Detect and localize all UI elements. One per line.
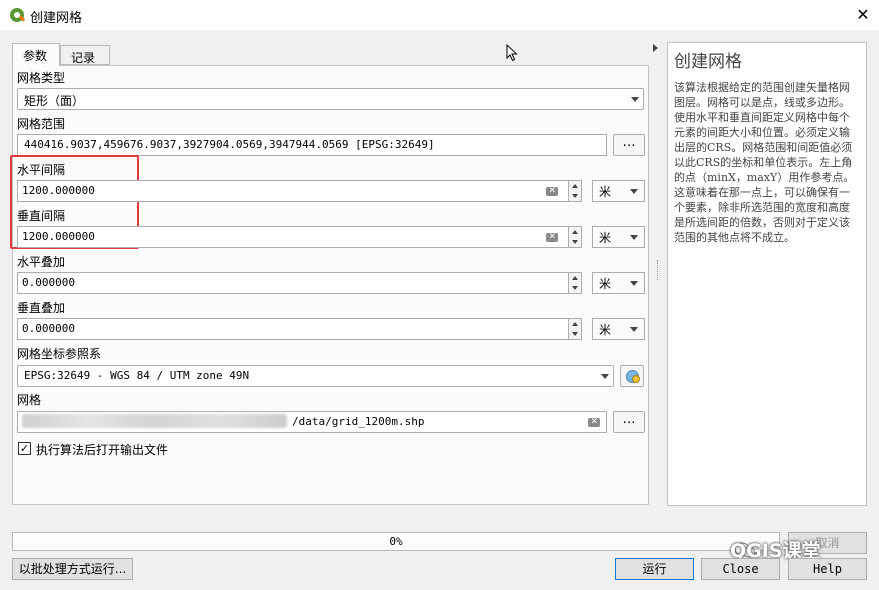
v-overlay-input[interactable]: 0.000000: [17, 318, 569, 340]
spin-up-icon[interactable]: [572, 184, 578, 188]
mouse-cursor-icon: [506, 44, 518, 62]
crs-value: EPSG:32649 - WGS 84 / UTM zone 49N: [24, 369, 250, 382]
spin-down-icon[interactable]: [572, 240, 578, 244]
run-button[interactable]: 运行: [615, 558, 694, 580]
spin-down-icon[interactable]: [572, 332, 578, 336]
output-label: 网格: [17, 393, 42, 407]
h-overlay-label: 水平叠加: [17, 255, 66, 269]
clear-icon[interactable]: [546, 183, 558, 196]
spin-up-icon[interactable]: [572, 322, 578, 326]
chevron-down-icon: [630, 281, 638, 286]
clear-icon[interactable]: [546, 229, 558, 242]
v-overlay-unit-select[interactable]: 米: [592, 318, 645, 340]
v-overlay-stepper[interactable]: [569, 318, 582, 340]
spin-down-icon[interactable]: [572, 194, 578, 198]
output-browse-button[interactable]: …: [613, 411, 645, 433]
progress-bar: 0%: [12, 532, 780, 551]
open-output-checkbox[interactable]: ✓: [18, 442, 31, 455]
close-window-icon[interactable]: ✕: [852, 4, 874, 26]
v-overlay-unit: 米: [599, 323, 612, 337]
h-overlay-value: 0.000000: [22, 276, 75, 289]
h-spacing-unit: 米: [599, 185, 612, 199]
chevron-down-icon: [601, 374, 609, 379]
spin-down-icon[interactable]: [572, 286, 578, 290]
h-spacing-value: 1200.000000: [22, 184, 95, 197]
crs-label: 网格坐标参照系: [17, 347, 102, 361]
chevron-down-icon: [630, 327, 638, 332]
collapse-arrow-icon[interactable]: [653, 44, 658, 52]
v-spacing-input[interactable]: 1200.000000: [17, 226, 569, 248]
redacted-path: [22, 414, 287, 428]
chevron-down-icon: [630, 189, 638, 194]
splitter-handle[interactable]: [657, 260, 659, 280]
clear-icon[interactable]: [588, 414, 600, 427]
close-button[interactable]: Close: [701, 558, 780, 580]
grid-extent-browse-button[interactable]: …: [613, 134, 645, 156]
h-overlay-input[interactable]: 0.000000: [17, 272, 569, 294]
v-overlay-value: 0.000000: [22, 322, 75, 335]
help-panel: 创建网格 该算法根据给定的范围创建矢量格网图层。网格可以是点，线或多边形。使用水…: [667, 42, 867, 506]
v-spacing-stepper[interactable]: [569, 226, 582, 248]
grid-type-value: 矩形（面）: [24, 94, 85, 108]
h-spacing-input[interactable]: 1200.000000: [17, 180, 569, 202]
help-text: 该算法根据给定的范围创建矢量格网图层。网格可以是点，线或多边形。使用水平和垂直间…: [674, 81, 855, 244]
h-overlay-stepper[interactable]: [569, 272, 582, 294]
crs-select[interactable]: EPSG:32649 - WGS 84 / UTM zone 49N: [17, 365, 614, 387]
qgis-logo-icon: [10, 8, 26, 22]
v-overlay-label: 垂直叠加: [17, 301, 66, 315]
h-spacing-unit-select[interactable]: 米: [592, 180, 645, 202]
v-spacing-unit: 米: [599, 231, 612, 245]
h-overlay-unit: 米: [599, 277, 612, 291]
help-title: 创建网格: [674, 52, 742, 72]
h-overlay-unit-select[interactable]: 米: [592, 272, 645, 294]
v-spacing-value: 1200.000000: [22, 230, 95, 243]
h-spacing-label: 水平间隔: [17, 163, 66, 177]
h-spacing-stepper[interactable]: [569, 180, 582, 202]
tab-log[interactable]: 记录: [60, 45, 110, 65]
help-button[interactable]: Help: [788, 558, 867, 580]
grid-extent-input[interactable]: 440416.9037,459676.9037,3927904.0569,394…: [17, 134, 607, 156]
window-title: 创建网格: [30, 11, 83, 26]
v-spacing-label: 垂直间隔: [17, 209, 66, 223]
title-bar: 创建网格 ✕: [0, 0, 879, 30]
batch-process-button[interactable]: 以批处理方式运行...: [12, 558, 133, 580]
crs-selector-button[interactable]: [620, 365, 644, 387]
grid-extent-label: 网格范围: [17, 117, 66, 131]
spin-up-icon[interactable]: [572, 276, 578, 280]
open-output-label: 执行算法后打开输出文件: [36, 443, 169, 457]
chevron-down-icon: [631, 97, 639, 102]
spin-up-icon[interactable]: [572, 230, 578, 234]
v-spacing-unit-select[interactable]: 米: [592, 226, 645, 248]
output-path-value: /data/grid_1200m.shp: [292, 415, 425, 428]
grid-type-label: 网格类型: [17, 71, 66, 85]
chevron-down-icon: [630, 235, 638, 240]
tab-parameters[interactable]: 参数: [12, 43, 60, 66]
grid-type-select[interactable]: 矩形（面）: [17, 88, 644, 110]
gear-icon: [632, 375, 640, 383]
